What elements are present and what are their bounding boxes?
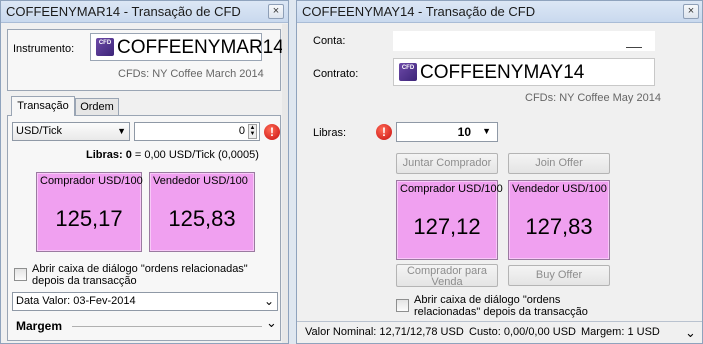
expand-icon[interactable]: ⌄ [685, 325, 696, 341]
join-offer-button[interactable]: Join Offer [508, 153, 610, 174]
account-label: Conta: [313, 35, 346, 47]
status-nominal: Valor Nominal: 12,71/12,78 USD [305, 326, 464, 338]
libras-detail: = 0,00 USD/Tick (0,0005) [131, 149, 259, 161]
buy-price: 127,12 [413, 214, 481, 239]
related-orders-checkbox[interactable] [396, 299, 409, 312]
sell-price-button[interactable]: Vendedor USD/100 127,83 [508, 180, 610, 260]
related-orders-checkbox[interactable] [14, 268, 27, 281]
libras-value: 10 [457, 125, 471, 139]
related-orders-label: Abrir caixa de diálogo "ordens relaciona… [32, 263, 248, 287]
expand-icon: ⌄ [263, 294, 274, 308]
instrument-name: COFFEENYMAY14 [420, 62, 585, 83]
collapse-icon[interactable]: ⌄ [266, 315, 277, 331]
buy-price: 125,17 [55, 206, 123, 231]
contract-label: Contrato: [313, 68, 359, 80]
unit-select[interactable]: USD/Tick ▼ [12, 122, 130, 141]
instrument-description: CFDs: NY Coffee March 2014 [118, 68, 264, 80]
buy-label: Comprador USD/100 [40, 175, 143, 187]
title-bar[interactable]: COFFEENYMAR14 - Transação de CFD × [1, 1, 288, 23]
buyer-to-sell-button[interactable]: Comprador para Venda [396, 264, 498, 287]
close-icon[interactable]: × [268, 4, 284, 19]
contract-field[interactable]: CFD COFFEENYMAY14 [393, 58, 655, 86]
status-margin: Margem: 1 USD [581, 326, 660, 338]
amount-stepper[interactable]: ▲ ▼ [248, 124, 257, 139]
cfd-trade-window-may14: COFFEENYMAY14 - Transação de CFD × Conta… [296, 0, 703, 344]
instrument-label: Instrumento: [13, 43, 75, 55]
cfd-trade-window-mar14: COFFEENYMAR14 - Transação de CFD × Instr… [0, 0, 289, 344]
tab-ordem[interactable]: Ordem [75, 98, 119, 116]
instrument-field[interactable]: CFD COFFEENYMAR14 [90, 33, 284, 61]
dropdown-arrow-icon[interactable]: ▼ [482, 126, 491, 136]
join-buyer-button[interactable]: Juntar Comprador [396, 153, 498, 174]
instrument-panel: Instrumento: CFD COFFEENYMAR14 CFDs: NY … [7, 29, 284, 91]
scrollbar[interactable] [282, 24, 288, 343]
status-bar: Valor Nominal: 12,71/12,78 USD Custo: 0,… [297, 321, 702, 343]
amount-input[interactable]: 0 ▲ ▼ [134, 122, 260, 141]
related-orders-label: Abrir caixa de diálogo "ordens relaciona… [414, 294, 588, 318]
buy-offer-button[interactable]: Buy Offer [508, 265, 610, 286]
libras-input[interactable]: 10 ▼ [396, 122, 498, 142]
margin-divider [72, 326, 262, 327]
cfd-icon: CFD [96, 38, 114, 56]
warning-icon: ! [376, 124, 392, 140]
sell-label: Vendedor USD/100 [153, 175, 248, 187]
amount-value: 0 [238, 125, 245, 137]
dropdown-arrow-icon: ▼ [117, 126, 126, 136]
instrument-description: CFDs: NY Coffee May 2014 [525, 92, 661, 104]
tab-transacao[interactable]: Transação [11, 96, 75, 116]
window-title: COFFEENYMAY14 - Transação de CFD [302, 4, 536, 19]
sell-price-button[interactable]: Vendedor USD/100 125,83 [149, 172, 255, 252]
margin-section-label[interactable]: Margem [16, 319, 62, 333]
close-icon[interactable]: × [683, 4, 699, 19]
status-cost: Custo: 0,00/0,00 USD [469, 326, 577, 338]
sell-label: Vendedor USD/100 [512, 183, 607, 195]
instrument-name: COFFEENYMAR14 [117, 37, 284, 58]
account-field[interactable] [393, 31, 655, 51]
buy-label: Comprador USD/100 [400, 183, 503, 195]
libras-label: Libras: [313, 127, 347, 139]
unit-select-value: USD/Tick [16, 125, 63, 137]
value-date-select[interactable]: Data Valor: 03-Fev-2014 ⌄ [12, 292, 278, 311]
transaction-panel: USD/Tick ▼ 0 ▲ ▼ ! Libras: 0 = 0,00 USD/T… [7, 115, 281, 341]
sell-price: 127,83 [525, 214, 593, 239]
cfd-icon: CFD [399, 63, 417, 81]
buy-price-button[interactable]: Comprador USD/100 127,12 [396, 180, 503, 260]
title-bar[interactable]: COFFEENYMAY14 - Transação de CFD × [297, 1, 702, 23]
sell-price: 125,83 [168, 206, 236, 231]
libras-label: Libras: 0 [86, 149, 132, 161]
buy-price-button[interactable]: Comprador USD/100 125,17 [36, 172, 143, 252]
window-title: COFFEENYMAR14 - Transação de CFD [6, 4, 241, 19]
value-date: Data Valor: 03-Fev-2014 [16, 295, 136, 307]
libras-info: Libras: 0 = 0,00 USD/Tick (0,0005) [86, 149, 259, 161]
warning-icon: ! [264, 124, 280, 140]
